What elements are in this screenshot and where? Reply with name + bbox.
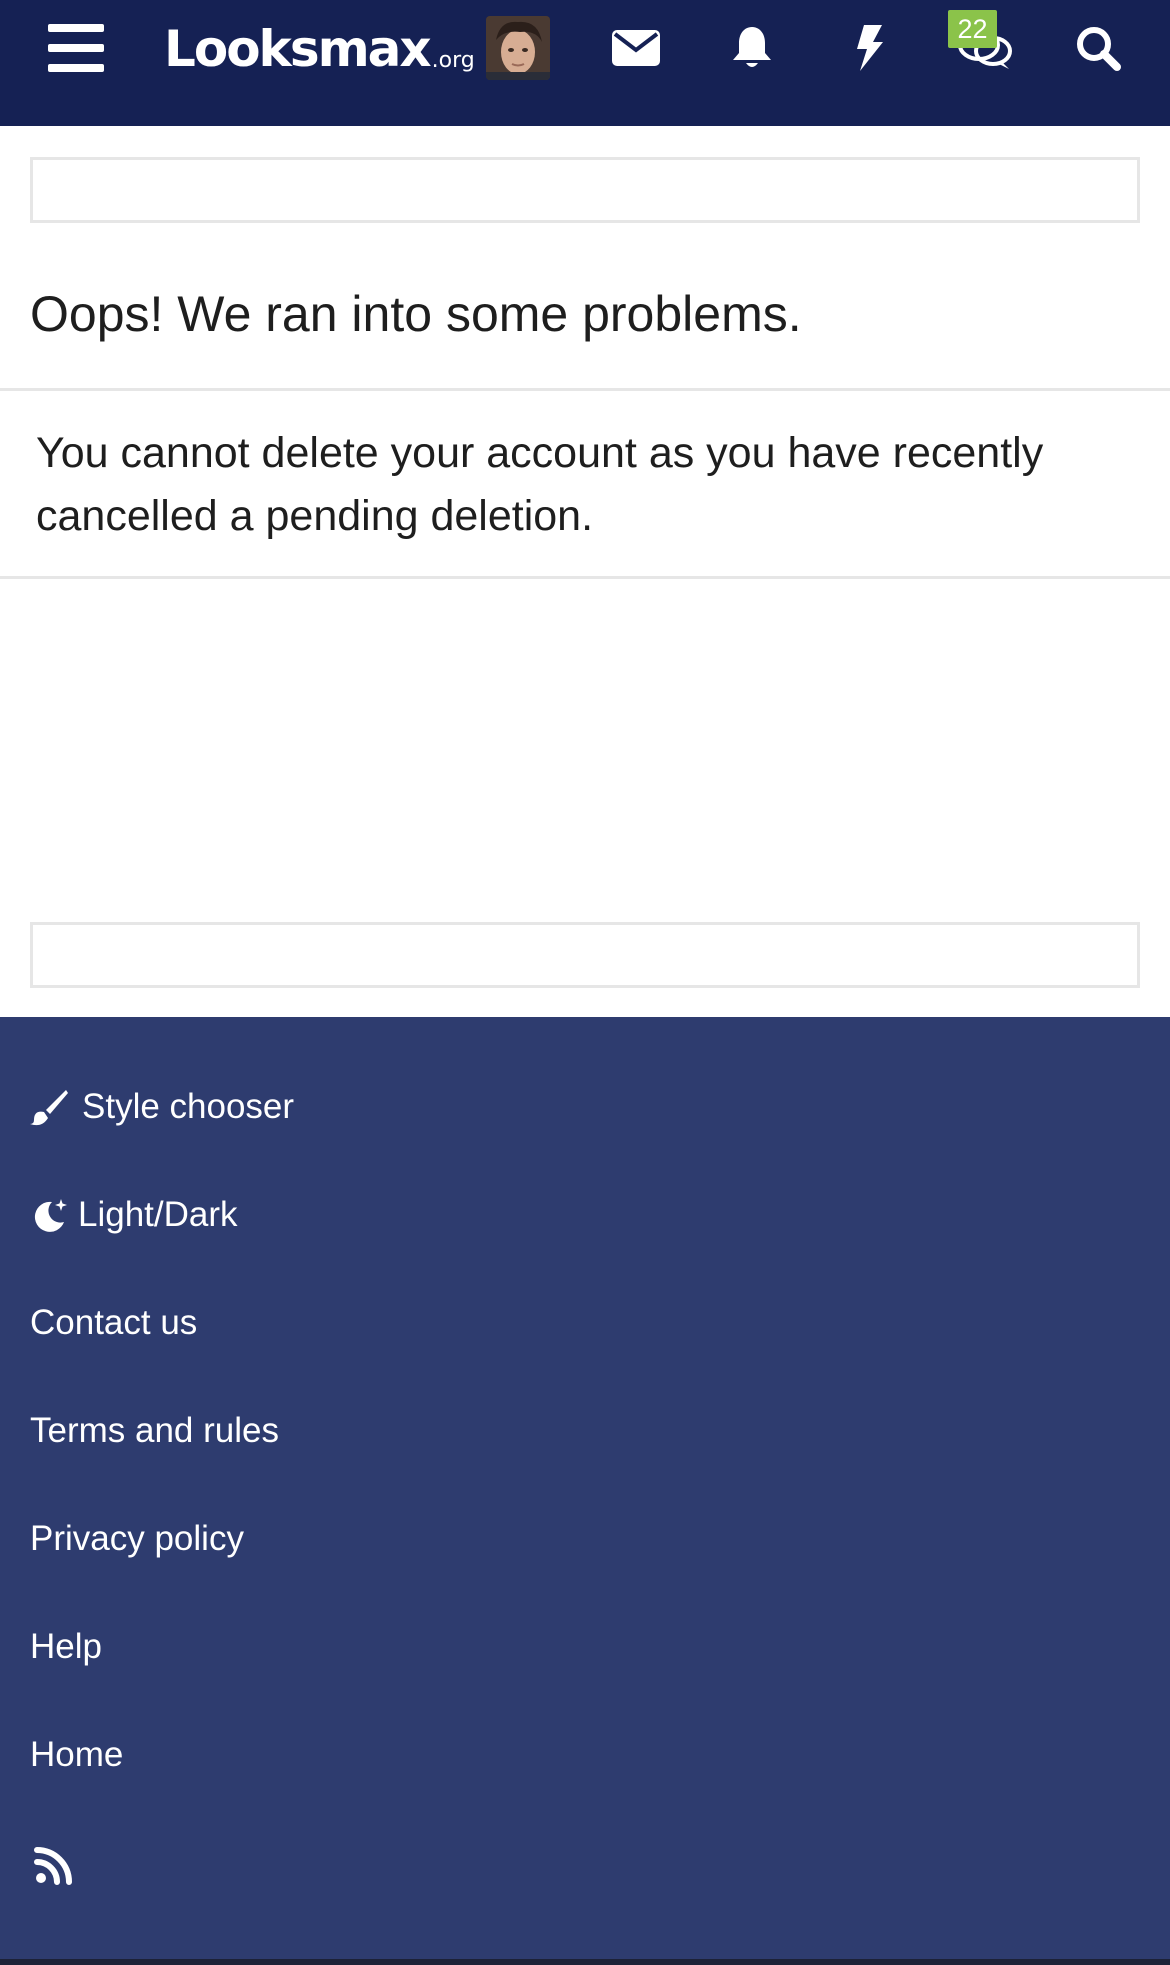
light-dark-toggle[interactable]: Light/Dark <box>30 1185 238 1245</box>
rss-icon <box>34 1845 74 1885</box>
help-label: Help <box>30 1627 102 1666</box>
terms-and-rules-link[interactable]: Terms and rules <box>30 1401 279 1461</box>
home-link[interactable]: Home <box>30 1725 123 1785</box>
terms-and-rules-label: Terms and rules <box>30 1411 279 1450</box>
logo-main-text: Looksmax <box>164 20 432 78</box>
footer <box>0 1017 1170 1965</box>
style-chooser-link[interactable]: Style chooser <box>30 1077 294 1137</box>
home-label: Home <box>30 1735 124 1774</box>
bolt-icon[interactable] <box>834 13 904 83</box>
help-link[interactable]: Help <box>30 1617 102 1677</box>
top-placeholder-box <box>30 157 1140 223</box>
divider <box>0 576 1170 579</box>
privacy-policy-link[interactable]: Privacy policy <box>30 1509 244 1569</box>
conversations-count-badge: 22 <box>948 10 997 48</box>
page-title: Oops! We ran into some problems. <box>30 286 802 342</box>
error-message: You cannot delete your account as you ha… <box>36 429 1044 540</box>
menu-icon[interactable] <box>40 18 112 78</box>
contact-us-label: Contact us <box>30 1303 198 1342</box>
light-dark-label: Light/Dark <box>78 1195 238 1234</box>
bell-icon[interactable] <box>717 13 787 83</box>
site-logo[interactable]: Looksmax .org <box>164 14 475 84</box>
footer-bottom-bar <box>0 1959 1170 1965</box>
rss-link[interactable] <box>34 1835 94 1895</box>
privacy-policy-label: Privacy policy <box>30 1519 244 1558</box>
search-icon[interactable] <box>1063 13 1133 83</box>
contact-us-link[interactable]: Contact us <box>30 1293 197 1353</box>
avatar[interactable] <box>486 16 550 80</box>
top-navigation-bar: Looksmax .org 22 <box>0 0 1170 126</box>
bottom-placeholder-box <box>30 922 1140 988</box>
logo-suffix-text: .org <box>431 47 475 73</box>
style-chooser-label: Style chooser <box>82 1087 295 1126</box>
moon-icon <box>30 1196 68 1234</box>
divider <box>0 388 1170 391</box>
mail-icon[interactable] <box>601 13 671 83</box>
paintbrush-icon <box>30 1088 68 1126</box>
